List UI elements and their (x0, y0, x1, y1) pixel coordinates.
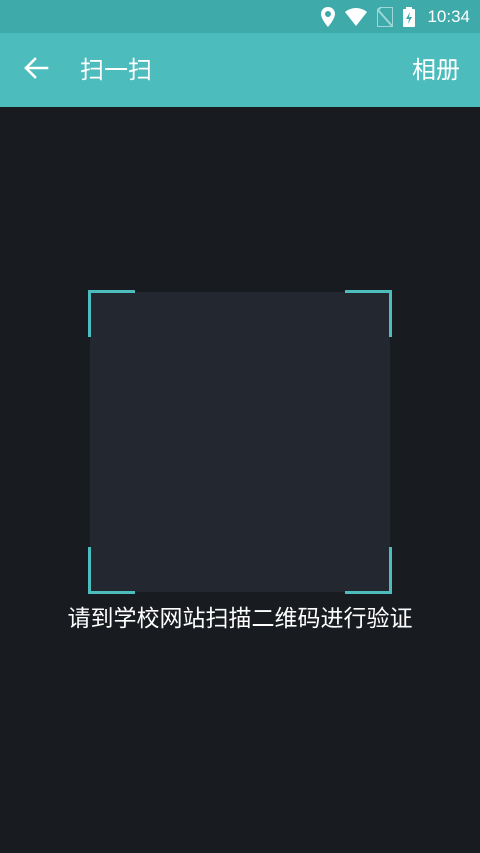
no-sim-icon (377, 6, 394, 27)
scan-corner-top-left (88, 290, 135, 337)
battery-charging-icon (403, 6, 416, 27)
scanner-view: 请到学校网站扫描二维码进行验证 (0, 107, 480, 853)
status-icons: 10:34 (321, 0, 470, 33)
scan-frame (88, 290, 392, 594)
app-bar: 扫一扫 相册 (0, 33, 480, 107)
scan-corner-bottom-right (345, 547, 392, 594)
wifi-icon (345, 7, 368, 26)
status-bar: 10:34 (0, 0, 480, 33)
back-button[interactable] (14, 48, 58, 92)
arrow-left-icon (23, 57, 49, 83)
scan-corner-bottom-left (88, 547, 135, 594)
scan-corner-top-right (345, 290, 392, 337)
scan-hint: 请到学校网站扫描二维码进行验证 (67, 606, 413, 632)
status-time: 10:34 (427, 6, 470, 26)
location-icon (321, 6, 336, 27)
page-title: 扫一扫 (80, 56, 152, 84)
album-button[interactable]: 相册 (412, 33, 460, 107)
